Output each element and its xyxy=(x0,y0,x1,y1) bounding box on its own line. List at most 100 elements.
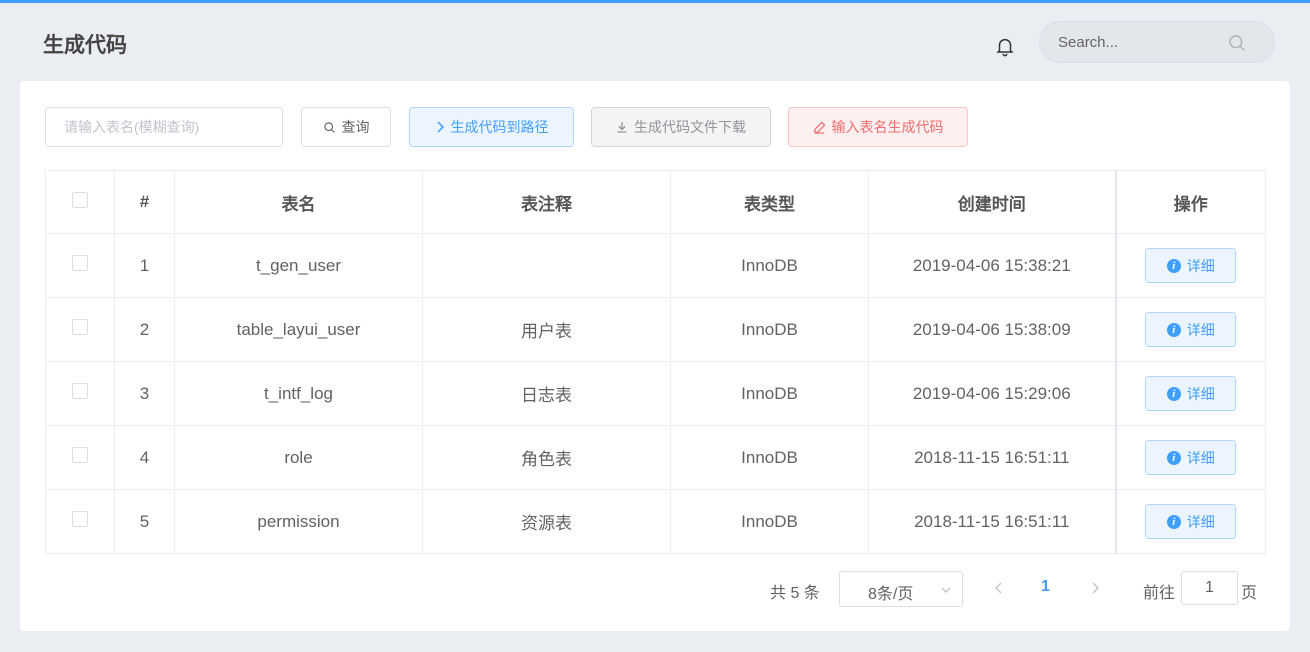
detail-button-label: 详细 xyxy=(1186,513,1215,530)
page-size-value: 8条/页 xyxy=(868,586,914,603)
row-select-cell xyxy=(45,297,115,362)
gen-to-path-label: 生成代码到路径 xyxy=(450,119,549,135)
page-size-select[interactable]: 8条/页 xyxy=(839,571,963,607)
download-code-button[interactable]: 生成代码文件下载 xyxy=(591,107,771,147)
detail-button-label: 详细 xyxy=(1186,449,1215,466)
row-checkbox[interactable] xyxy=(72,255,88,272)
table-row: 5 permission 资源表 InnoDB 2018-11-15 16:51… xyxy=(45,489,1266,554)
row-actions: i 详细 xyxy=(1114,489,1266,554)
row-table-comment: 角色表 xyxy=(422,425,671,490)
column-header: # xyxy=(114,170,175,234)
page-number-current[interactable]: 1 xyxy=(1041,578,1050,596)
table-row: 4 role 角色表 InnoDB 2018-11-15 16:51:11 i详… xyxy=(45,425,1266,490)
table-row: 2 table_layui_user 用户表 InnoDB 2019-04-06… xyxy=(45,297,1266,362)
edit-icon xyxy=(813,121,825,134)
chevron-down-icon xyxy=(941,587,951,593)
query-button-label: 查询 xyxy=(341,119,370,135)
next-page-button[interactable] xyxy=(1088,579,1102,597)
table-header-row: # 表名 表注释 表类型 创建时间 操作 xyxy=(45,170,1266,234)
main-card: 查询 生成代码到路径 生成代码文件下载 输入表名生成代码 # 表名 表注释 表类… xyxy=(20,81,1290,631)
detail-button[interactable]: i 详细 xyxy=(1145,248,1237,283)
prev-page-button[interactable] xyxy=(992,579,1006,597)
row-select-cell xyxy=(45,361,115,426)
pagination-total: 共 5 条 xyxy=(770,585,820,602)
row-created-time: 2019-04-06 15:38:21 xyxy=(868,233,1116,298)
row-select-cell xyxy=(45,489,115,554)
row-index: 3 xyxy=(114,361,175,426)
row-table-type: InnoDB xyxy=(670,489,869,554)
query-button[interactable]: 查询 xyxy=(301,107,391,147)
gen-to-path-button[interactable]: 生成代码到路径 xyxy=(409,107,574,147)
page-title: 生成代码 xyxy=(43,34,127,57)
search-box[interactable] xyxy=(1039,21,1275,63)
chevron-right-icon xyxy=(436,121,444,133)
column-header: 表名 xyxy=(174,170,423,234)
row-table-comment: 资源表 xyxy=(422,489,671,554)
input-table-gen-button[interactable]: 输入表名生成代码 xyxy=(788,107,968,147)
detail-button[interactable]: i 详细 xyxy=(1145,312,1237,347)
row-table-name: table_layui_user xyxy=(174,297,423,362)
search-icon xyxy=(323,121,335,133)
download-code-label: 生成代码文件下载 xyxy=(634,119,746,135)
row-table-type: InnoDB xyxy=(670,361,869,426)
row-actions: i 详细 xyxy=(1114,361,1266,426)
info-icon: i xyxy=(1166,322,1181,337)
row-actions: i 详细 xyxy=(1114,233,1266,298)
detail-button[interactable]: i 详细 xyxy=(1145,376,1237,411)
detail-button[interactable]: i 详细 xyxy=(1145,504,1237,539)
row-table-type: InnoDB xyxy=(670,297,869,362)
row-table-name: permission xyxy=(174,489,423,554)
table-name-input[interactable] xyxy=(45,107,283,147)
row-table-comment: 用户表 xyxy=(422,297,671,362)
search-input[interactable] xyxy=(1058,22,1228,62)
row-select-cell xyxy=(45,425,115,490)
table-row: 1 t_gen_user InnoDB 2019-04-06 15:38:21 … xyxy=(45,233,1266,298)
row-created-time: 2018-11-15 16:51:11 xyxy=(868,489,1116,554)
bell-icon[interactable] xyxy=(994,35,1016,57)
row-checkbox[interactable] xyxy=(72,383,88,400)
tables-table: # 表名 表注释 表类型 创建时间 操作 1 t_gen_user InnoDB… xyxy=(45,170,1266,554)
goto-label: 前往 xyxy=(1143,585,1176,602)
row-table-type: InnoDB xyxy=(670,233,869,298)
row-index: 1 xyxy=(114,233,175,298)
detail-button[interactable]: i 详细 xyxy=(1145,440,1237,475)
goto-page-input[interactable] xyxy=(1181,571,1238,605)
row-checkbox[interactable] xyxy=(72,511,88,528)
column-header: 表注释 xyxy=(422,170,671,234)
row-table-comment xyxy=(422,233,671,298)
column-header: 创建时间 xyxy=(868,170,1116,234)
row-table-name: t_intf_log xyxy=(174,361,423,426)
row-created-time: 2018-11-15 16:51:11 xyxy=(868,425,1116,490)
info-icon: i xyxy=(1166,450,1181,465)
row-table-type: InnoDB xyxy=(670,425,869,490)
row-checkbox[interactable] xyxy=(72,319,88,336)
pagination: 共 5 条 8条/页 1 前往 页 xyxy=(20,571,1290,607)
select-all-checkbox[interactable] xyxy=(72,191,88,208)
detail-button-label: 详细 xyxy=(1186,257,1215,274)
row-actions: i 详细 xyxy=(1114,425,1266,490)
row-created-time: 2019-04-06 15:38:09 xyxy=(868,297,1116,362)
row-created-time: 2019-04-06 15:29:06 xyxy=(868,361,1116,426)
info-icon: i xyxy=(1166,514,1181,529)
column-header: 操作 xyxy=(1114,170,1266,234)
table-row: 3 t_intf_log 日志表 InnoDB 2019-04-06 15:29… xyxy=(45,361,1266,426)
row-table-comment: 日志表 xyxy=(422,361,671,426)
row-checkbox[interactable] xyxy=(72,447,88,464)
search-icon[interactable] xyxy=(1227,33,1247,53)
row-table-name: t_gen_user xyxy=(174,233,423,298)
header: 生成代码 xyxy=(0,3,1310,81)
info-icon: i xyxy=(1166,258,1181,273)
detail-button-label: 详细 xyxy=(1186,385,1215,402)
row-index: 2 xyxy=(114,297,175,362)
column-header: 表类型 xyxy=(670,170,869,234)
goto-suffix: 页 xyxy=(1241,585,1258,602)
row-actions: i 详细 xyxy=(1114,297,1266,362)
info-icon: i xyxy=(1166,386,1181,401)
row-index: 4 xyxy=(114,425,175,490)
select-all-cell xyxy=(45,170,115,234)
row-select-cell xyxy=(45,233,115,298)
detail-button-label: 详细 xyxy=(1186,321,1215,338)
download-icon xyxy=(617,122,627,133)
row-index: 5 xyxy=(114,489,175,554)
row-table-name: role xyxy=(174,425,423,490)
